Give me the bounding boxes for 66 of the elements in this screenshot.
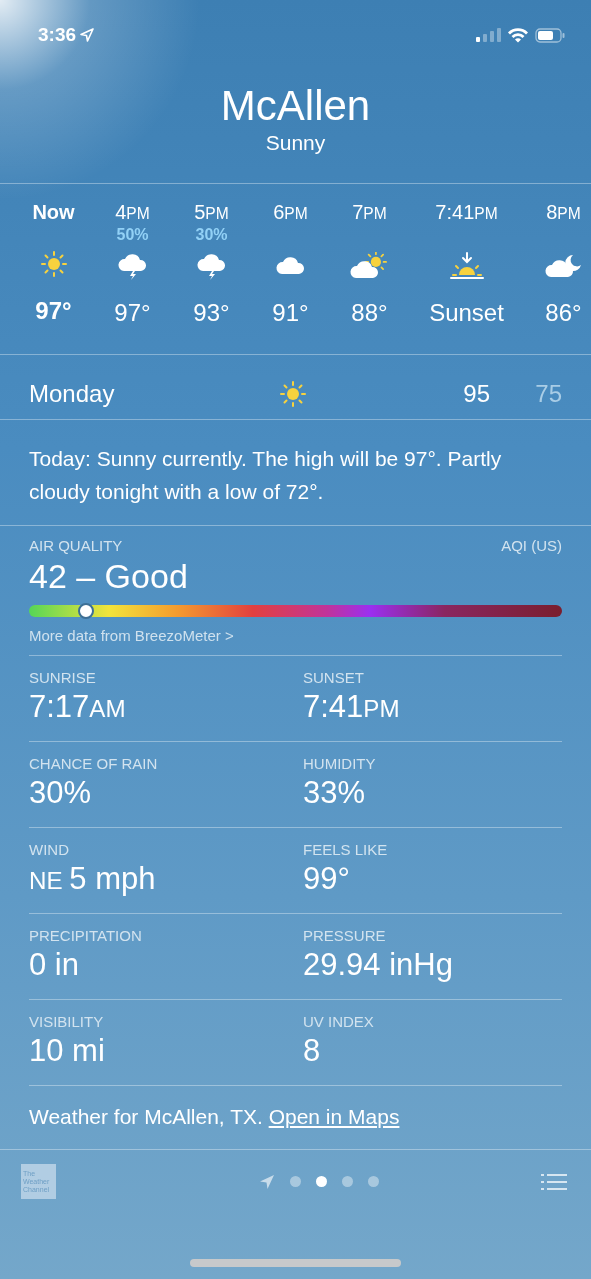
page-dot[interactable] [289, 1176, 301, 1187]
detail-label: CHANCE OF RAIN [29, 755, 159, 773]
forecast-summary: Today: Sunny currently. The high will be 97°. Partly cloudy tonight with a low of 72°. [0, 420, 591, 526]
location-note: Weather for McAllen, TX. Open in Maps [29, 1104, 401, 1130]
breezometer-link[interactable]: More data from BreezoMeter > [29, 627, 234, 644]
precip-chance: 50% [116, 226, 149, 244]
clock: 3:36 [38, 24, 77, 46]
precip-chance: 30% [195, 226, 228, 244]
air-quality-label: AIR QUALITY [29, 537, 123, 555]
detail-value: 33% [303, 774, 367, 812]
detail-value: 7:17AM [29, 688, 127, 726]
city-name: McAllen [220, 82, 371, 130]
open-in-maps-link[interactable]: Open in Maps [268, 1105, 400, 1128]
thunderstorm-icon [196, 251, 227, 281]
detail-label: PRESSURE [303, 927, 387, 945]
day-name: Monday [29, 380, 116, 408]
low-temperature: 75 [534, 380, 562, 408]
high-temperature: 95 [462, 380, 490, 408]
detail-label: WIND [29, 841, 70, 859]
hour-label: 8PM [546, 200, 581, 225]
detail-value: 8 [303, 1032, 322, 1070]
detail-value: 29.94 inHg [303, 946, 454, 984]
wifi-icon [507, 27, 529, 43]
sunset-icon [448, 252, 485, 280]
hour-label: 5PM [194, 200, 229, 225]
detail-label: VISIBILITY [29, 1013, 105, 1031]
partly-cloudy-night-icon [544, 253, 583, 279]
thunderstorm-icon [117, 251, 148, 281]
hour-label: Now [32, 200, 75, 224]
current-location-icon [258, 1173, 275, 1190]
detail-value: NE 5 mph [29, 860, 157, 898]
hour-temperature: 86° [545, 298, 582, 328]
partly-sunny-icon [349, 252, 390, 280]
detail-value: 30% [29, 774, 93, 812]
page-dot[interactable] [367, 1176, 379, 1187]
location-arrow-icon [80, 28, 95, 42]
page-dot[interactable] [315, 1176, 327, 1187]
detail-label: PRECIPITATION [29, 927, 143, 945]
detail-value: 0 in [29, 946, 80, 984]
sun-icon [279, 380, 307, 408]
condition-text: Sunny [265, 130, 326, 156]
hour-temperature: 97° [35, 296, 72, 326]
hour-temperature: 88° [351, 298, 388, 328]
detail-label: HUMIDITY [303, 755, 377, 773]
hour-label: 4PM [115, 200, 150, 225]
hour-temperature: 91° [272, 298, 309, 328]
hour-label: 7:41PM [435, 200, 498, 225]
list-icon[interactable] [541, 1172, 567, 1191]
air-quality-value: 42 – Good [29, 556, 189, 597]
page-dot[interactable] [341, 1176, 353, 1187]
aqi-scale-label: AQI (US) [501, 537, 562, 555]
detail-label: UV INDEX [303, 1013, 375, 1031]
detail-value: 7:41PM [303, 688, 401, 726]
hour-label: 7PM [352, 200, 387, 225]
detail-value: 99° [303, 860, 351, 898]
hour-temperature: Sunset [429, 298, 504, 328]
sun-icon [39, 250, 68, 278]
signal-icon [475, 28, 501, 42]
detail-label: FEELS LIKE [303, 841, 389, 859]
detail-value: 10 mi [29, 1032, 106, 1070]
detail-label: SUNSET [303, 669, 365, 687]
hour-temperature: 93° [193, 298, 230, 328]
detail-label: SUNRISE [29, 669, 97, 687]
hour-label: 6PM [273, 200, 308, 225]
hour-temperature: 97° [114, 298, 151, 328]
battery-icon [535, 27, 565, 43]
